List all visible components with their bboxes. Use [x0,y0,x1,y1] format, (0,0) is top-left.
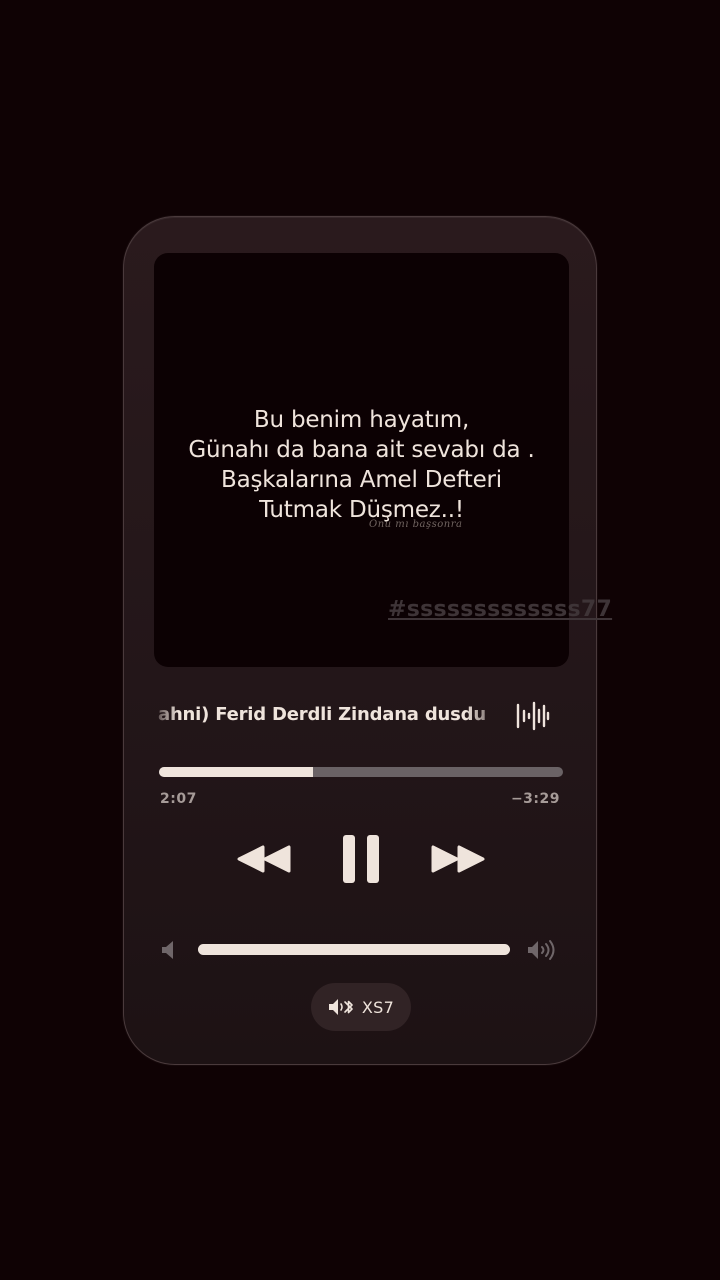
fast-forward-icon[interactable] [428,829,488,889]
volume-slider[interactable] [198,944,510,955]
now-playing-screen: Bu benim hayatım, Günahı da bana ait sev… [0,0,720,1280]
artwork-hashtag: #sssssssssssss77 [388,597,613,622]
speaker-low-icon [162,941,173,959]
transport-controls [124,829,598,889]
playback-scrubber[interactable] [159,767,563,777]
rewind-icon[interactable] [234,829,294,889]
artwork-signature: Onu mı başsonra [369,519,463,530]
pause-icon[interactable] [336,829,386,889]
quote-line: Günahı da bana ait sevabı da . [188,437,535,463]
audio-output-button[interactable]: XS7 [311,983,411,1031]
artwork-quote: Bu benim hayatım, Günahı da bana ait sev… [154,405,569,525]
scrubber-fill [159,767,313,777]
speaker-high-icon [528,940,555,960]
track-info-row: ahni) Ferid Derdli Zindana dusdu [158,701,563,731]
waveform-icon[interactable] [516,701,550,731]
quote-line: Başkalarına Amel Defteri [221,467,502,493]
quote-line: Bu benim hayatım, [253,407,470,433]
album-artwork: Bu benim hayatım, Günahı da bana ait sev… [154,253,612,667]
track-title-marquee[interactable]: ahni) Ferid Derdli Zindana dusdu [158,701,500,731]
elapsed-time: 2:07 [160,791,197,807]
speaker-bluetooth-icon [328,999,353,1015]
remaining-time: −3:29 [510,791,560,807]
quote-line: Tutmak Düşmez..! [259,497,464,523]
output-device-label: XS7 [361,997,395,1017]
track-title: ahni) Ferid Derdli Zindana dusdu [158,704,486,725]
now-playing-card: Bu benim hayatım, Günahı da bana ait sev… [123,216,612,1065]
volume-control [124,935,598,965]
volume-slider-fill [198,944,510,955]
